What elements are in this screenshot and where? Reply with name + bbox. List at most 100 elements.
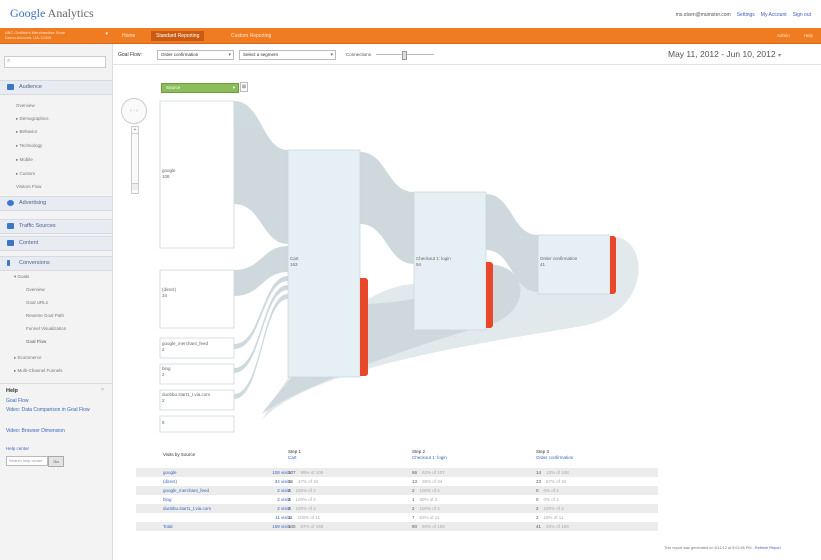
- s3-count: 2: [536, 506, 539, 511]
- visits-cell: 159 visits: [272, 524, 291, 529]
- s2-count: 7: [412, 515, 415, 520]
- connections-slider[interactable]: [376, 51, 434, 60]
- s2-percent: 56% of 159: [422, 524, 445, 529]
- sidebar-item-funnel-visualization[interactable]: Funnel Visualization: [26, 326, 66, 331]
- source-cell[interactable]: google_merchant_feed: [163, 486, 209, 495]
- tab-custom-reporting[interactable]: Custom Reporting: [226, 31, 276, 41]
- table-row[interactable]: google 108 visits 107 99% of 108 66 62% of 10…: [136, 468, 658, 477]
- sidebar-item-goals[interactable]: ▾ Goals: [14, 274, 29, 280]
- sidebar-item-overview[interactable]: Overview: [16, 103, 35, 108]
- help-link-goal-flow[interactable]: Goal Flow: [6, 398, 29, 404]
- s3-percent: 25% of 159: [546, 524, 569, 529]
- google-analytics-logo[interactable]: Google Analytics: [10, 6, 94, 21]
- s2-count: 2: [412, 506, 415, 511]
- help-center-link[interactable]: Help center: [6, 446, 29, 451]
- exit-bar-order[interactable]: [610, 236, 616, 294]
- slider-handle[interactable]: [402, 51, 407, 60]
- advertising-icon: [7, 200, 14, 206]
- sidebar-section-advertising[interactable]: Advertising: [0, 196, 112, 211]
- segment-select[interactable]: Select a segment ▾: [239, 50, 336, 60]
- source-node-other[interactable]: [159, 415, 235, 433]
- source-label-dunbbu: dunbbu.start1_t.via.com 2: [162, 392, 211, 403]
- source-cell[interactable]: bing: [163, 495, 172, 504]
- s1-cell: 107 99% of 108: [288, 468, 323, 477]
- flow-link-cart-checkout[interactable]: [360, 152, 414, 264]
- search-input[interactable]: ⌕: [4, 56, 106, 68]
- table-row[interactable]: 11 visits 11 100% of 11 7 63% of 11 2 18% of 1…: [136, 513, 658, 522]
- sidebar-item-mobile[interactable]: ▸ Mobile: [16, 157, 33, 163]
- source-label-merchant: google_merchant_feed 2: [162, 341, 209, 352]
- sidebar-item-visitors-flow[interactable]: Visitors Flow: [16, 184, 41, 189]
- s1-count: 2: [288, 506, 291, 511]
- sidebar-item-goal-urls[interactable]: Goal URLs: [26, 300, 48, 305]
- s1-percent: 100% of 2: [295, 506, 316, 511]
- source-node-direct[interactable]: [159, 269, 235, 329]
- table-row[interactable]: bing 2 visits 2 100% of 2 1 50% of 2 0 0% of 2: [136, 495, 658, 504]
- s1-cell: 2 100% of 2: [288, 486, 316, 495]
- source-cell[interactable]: dunbbu.start1_t.via.com: [163, 504, 211, 513]
- date-range-picker[interactable]: May 11, 2012 - Jun 10, 2012 ▾: [668, 49, 781, 59]
- sign-out-link[interactable]: Sign out: [793, 12, 811, 18]
- source-label-other: 8: [162, 420, 165, 425]
- s1-percent: 47% of 34: [298, 479, 319, 484]
- s1-percent: 87% of 159: [300, 524, 324, 529]
- s3-percent: 0% of 2: [543, 497, 559, 502]
- sidebar-item-goal-flow[interactable]: Goal Flow: [26, 339, 46, 344]
- source-cell[interactable]: (direct): [163, 477, 177, 486]
- s2-count: 1: [412, 497, 415, 502]
- s2-percent: 100% of 2: [419, 506, 440, 511]
- table-row[interactable]: Total 159 visits 140 87% of 159 90 56% of 159…: [136, 522, 658, 531]
- help-link-video-browser[interactable]: Video: Browser Dimension: [6, 428, 65, 434]
- visits-cell: 2 visits: [277, 506, 291, 511]
- s2-cell: 2 100% of 2: [412, 486, 440, 495]
- s3-percent: 67% of 34: [546, 479, 567, 484]
- sidebar-section-content[interactable]: Content: [0, 236, 112, 251]
- logo-primary: Google: [10, 6, 46, 20]
- source-nodes: [159, 100, 235, 433]
- settings-link[interactable]: Settings: [737, 12, 755, 18]
- sidebar-item-ecommerce[interactable]: ▸ Ecommerce: [14, 355, 42, 361]
- table-row[interactable]: google_merchant_feed 2 visits 2 100% of 221…: [136, 486, 658, 495]
- sidebar-item-reverse-goal-path[interactable]: Reverse Goal Path: [26, 313, 64, 318]
- flag-icon: [7, 260, 10, 266]
- account-selector[interactable]: ABC Outfitters Merchandise Store Demo Ac…: [5, 30, 110, 40]
- step-node-cart[interactable]: [287, 149, 361, 378]
- sidebar-item-demographics[interactable]: ▸ Demographics: [16, 116, 49, 122]
- admin-link[interactable]: Admin: [777, 33, 790, 38]
- table-row[interactable]: dunbbu.start1_t.via.com 2 visits 2 100% of …: [136, 504, 658, 513]
- collapse-icon[interactable]: ×: [101, 387, 104, 393]
- exit-bar-checkout[interactable]: [486, 262, 493, 328]
- help-search-input[interactable]: Search help center: [6, 456, 48, 466]
- help-link-video-data-comparison[interactable]: Video: Data Comparison in Goal Flow: [6, 407, 106, 413]
- refresh-report-link[interactable]: Refresh Report: [755, 546, 781, 550]
- goal-select[interactable]: Order confirmation ▾: [157, 50, 234, 60]
- my-account-link[interactable]: My Account: [761, 12, 787, 18]
- s3-percent: 100% of 2: [543, 506, 564, 511]
- help-go-button[interactable]: Go: [48, 456, 64, 467]
- tab-standard-reporting[interactable]: Standard Reporting: [151, 31, 205, 41]
- sidebar-item-multi-channel[interactable]: ▸ Multi-Channel Funnels: [14, 368, 63, 374]
- visits-cell: 2 visits: [277, 497, 291, 502]
- help-link[interactable]: Help: [804, 33, 813, 38]
- visits-cell: 11 visits: [275, 515, 291, 520]
- sidebar-item-custom[interactable]: ▸ Custom: [16, 171, 35, 177]
- s1-percent: 100% of 2: [295, 488, 316, 493]
- source-cell[interactable]: google: [163, 468, 177, 477]
- flow-link-google-cart[interactable]: [234, 101, 288, 244]
- sidebar-section-traffic-sources[interactable]: Traffic Sources: [0, 219, 112, 234]
- source-cell[interactable]: Total: [163, 522, 173, 531]
- exit-bar-cart[interactable]: [360, 278, 368, 376]
- sidebar-item-technology[interactable]: ▸ Technology: [16, 143, 42, 149]
- sidebar-section-audience[interactable]: Audience: [0, 80, 112, 95]
- source-node-bing[interactable]: [159, 363, 235, 385]
- s3-cell: 0 0% of 2: [536, 486, 559, 495]
- visits-cell: 108 visits: [272, 470, 291, 475]
- s3-count: 0: [536, 488, 539, 493]
- sidebar-item-behavior[interactable]: ▸ Behavior: [16, 129, 37, 135]
- s1-percent: 99% of 108: [300, 470, 324, 475]
- s2-percent: 62% of 107: [422, 470, 445, 475]
- sidebar-item-goals-overview[interactable]: Overview: [26, 287, 45, 292]
- sidebar-section-conversions[interactable]: Conversions: [0, 256, 112, 271]
- tab-home[interactable]: Home: [117, 31, 140, 41]
- table-row[interactable]: (direct) 34 visits 16 47% of 34 13 38% of 34 2…: [136, 477, 658, 486]
